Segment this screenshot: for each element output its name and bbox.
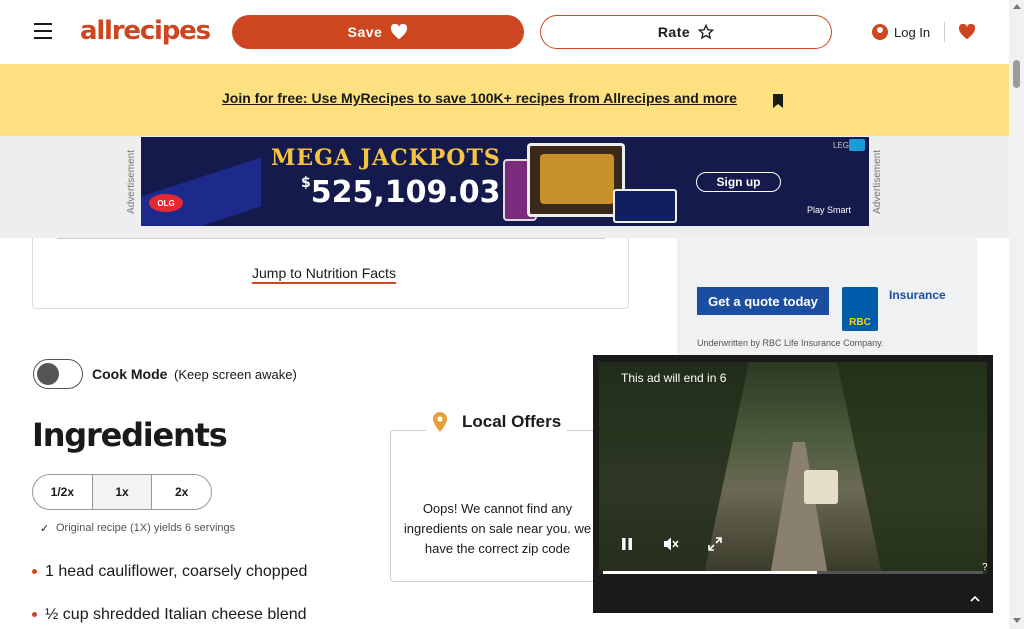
info-icon[interactable]: ? [982, 562, 990, 574]
scale-half-button[interactable]: 1/2x [33, 475, 93, 509]
user-icon [872, 24, 888, 40]
local-offers-title: Local Offers [462, 412, 562, 431]
jump-to-nutrition-link[interactable]: Jump to Nutrition Facts [252, 265, 396, 284]
play-smart-label: Play Smart [807, 205, 852, 215]
scrollbar-thumb[interactable] [1013, 60, 1020, 88]
login-link[interactable]: Log In [872, 20, 930, 44]
promo-bookmark-icon[interactable] [771, 92, 785, 110]
scale-selector: 1/2x 1x 2x [32, 474, 212, 510]
game-thumbnail [527, 143, 625, 217]
bullet-icon [32, 569, 37, 575]
local-offers-header: Local Offers [426, 412, 568, 432]
ad-label-right: Advertisement [872, 150, 883, 214]
site-header: allrecipes Save Rate Log In [0, 0, 1009, 64]
rate-label: Rate [657, 24, 691, 40]
save-button[interactable]: Save [232, 15, 524, 49]
heart-outline-icon [958, 24, 976, 40]
bullet-icon [32, 612, 37, 618]
olg-logo: OLG [149, 194, 183, 212]
original-recipe-note: Original recipe (1X) yields 6 servings [56, 522, 236, 534]
rbc-insurance-ad[interactable]: Get a quote today RBC Insurance Underwri… [677, 238, 977, 358]
star-icon [698, 24, 715, 40]
rbc-logo: RBC [842, 287, 878, 331]
video-progress-track [817, 571, 983, 574]
allrecipes-logo[interactable]: allrecipes [80, 14, 211, 48]
game-thumbnail [613, 189, 677, 223]
expand-icon[interactable] [701, 530, 729, 558]
close-icon[interactable] [966, 591, 984, 609]
local-offers-dot[interactable] [505, 462, 525, 470]
ad-countdown: This ad will end in 6 [621, 371, 727, 385]
insurance-label: Insurance [889, 288, 946, 302]
checkmark-icon: ✓ [40, 523, 50, 535]
keep-awake-note[interactable]: (Keep screen awake) [174, 367, 297, 382]
header-divider [944, 22, 945, 42]
ingredients-heading: Ingredients [32, 416, 228, 454]
rate-button[interactable]: Rate [540, 15, 832, 49]
save-label: Save [347, 24, 383, 40]
ingredient-item[interactable]: ½ cup shredded Italian cheese blend [32, 606, 307, 624]
page-scrollbar[interactable] [1009, 0, 1024, 629]
cook-mode-label: Cook Mode [92, 366, 168, 382]
get-quote-button[interactable]: Get a quote today [697, 287, 829, 315]
underwriter-note: Underwritten by RBC Life Insurance Compa… [697, 338, 884, 348]
favorites-heart-icon[interactable] [956, 20, 978, 44]
video-progress [603, 571, 817, 574]
cook-mode-toggle[interactable] [33, 359, 83, 389]
mute-icon[interactable] [657, 530, 685, 558]
mega-title: MEGA JACKPOTS [271, 145, 501, 171]
scale-2x-button[interactable]: 2x [152, 475, 211, 509]
join-free-link[interactable]: Join for free: Use MyRecipes to save 100… [222, 90, 737, 106]
scale-1x-button[interactable]: 1x [92, 475, 153, 509]
ad-signup-button[interactable]: Sign up [696, 172, 781, 192]
ingredient-item[interactable]: 1 head cauliflower, coarsely chopped [32, 563, 307, 581]
menu-icon[interactable] [30, 18, 56, 44]
ad-label-left: Advertisement [126, 150, 137, 214]
login-label: Log In [894, 24, 931, 40]
heart-icon [391, 24, 408, 40]
location-pin-icon [433, 412, 447, 432]
local-offers-message: Oops! We cannot find any ingredients on … [403, 501, 592, 556]
scroll-down-icon[interactable] [1013, 618, 1021, 623]
jackpot-amount: $525,109.03 [301, 175, 501, 210]
scroll-up-icon[interactable] [1013, 4, 1021, 9]
adchoices-icon[interactable] [849, 139, 865, 151]
logo-text: allrecipes [80, 16, 211, 46]
pause-icon[interactable] [613, 530, 641, 558]
mega-jackpots-ad[interactable]: OLG MEGA JACKPOTS $525,109.03 Sign up Pl… [141, 137, 869, 226]
